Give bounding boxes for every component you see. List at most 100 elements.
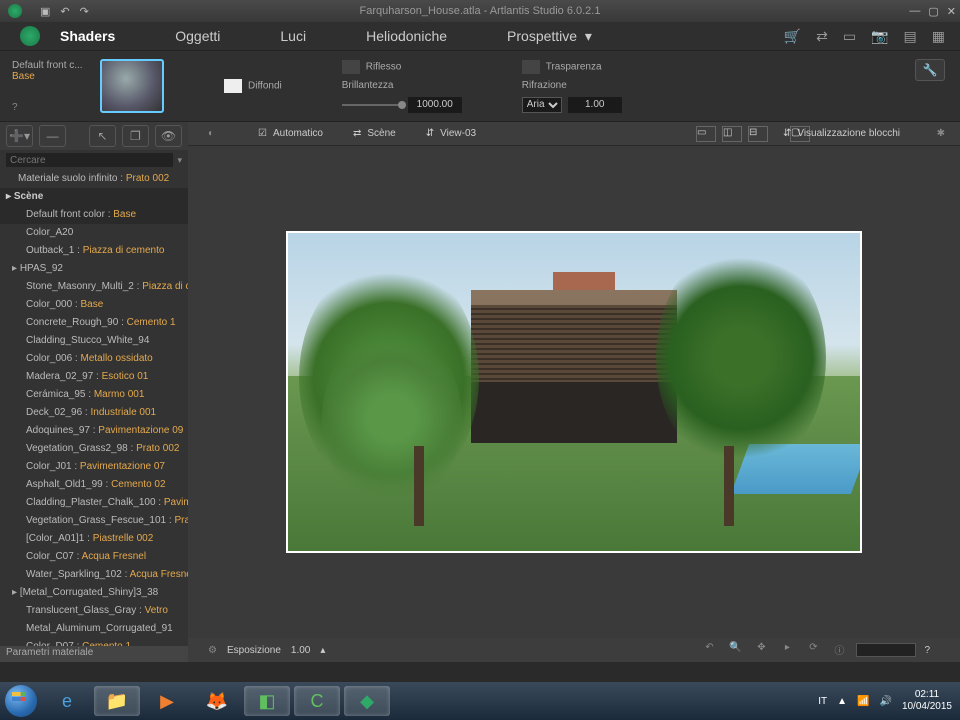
share-icon[interactable]: ⇄ <box>816 28 828 45</box>
add-material-button[interactable]: ➕▾ <box>6 125 33 147</box>
reflection-row[interactable]: Riflesso <box>342 60 462 74</box>
tray-network-icon[interactable]: 📶 <box>857 696 869 707</box>
tree-item[interactable]: Asphalt_Old1_99 : Cemento 02 <box>0 476 188 494</box>
search-dropdown-icon[interactable]: ▾ <box>177 155 182 166</box>
task-artlantis[interactable]: ◆ <box>344 686 390 716</box>
task-app1[interactable]: ◧ <box>244 686 290 716</box>
minimize-button[interactable]: — <box>909 5 920 18</box>
refraction-value[interactable]: 1.00 <box>568 97 622 113</box>
tree-item[interactable]: [Color_A01]1 : Piastrelle 002 <box>0 530 188 548</box>
cart-icon[interactable]: 🛒 <box>784 28 801 45</box>
tree-item[interactable]: Color_006 : Metallo ossidato <box>0 350 188 368</box>
diffuse-row[interactable]: Diffondi <box>224 79 282 93</box>
material-preview-thumb[interactable] <box>100 59 164 113</box>
help-icon[interactable]: ? <box>12 102 96 113</box>
scene-selector[interactable]: Scène <box>367 128 395 139</box>
refresh-icon[interactable]: ⟳ <box>804 642 822 658</box>
window-icon[interactable]: ▭ <box>843 28 856 45</box>
tab-shaders[interactable]: Shaders <box>60 28 115 44</box>
layout2-icon[interactable]: ◫ <box>722 126 742 142</box>
gear-icon[interactable]: ⚙ <box>208 645 217 656</box>
tree-item[interactable]: Translucent_Glass_Gray : Vetro <box>0 602 188 620</box>
remove-material-button[interactable]: — <box>39 125 66 147</box>
undo-icon[interactable]: ↶ <box>60 5 69 18</box>
zoom-icon[interactable]: 🔍 <box>726 642 744 658</box>
tray-volume-icon[interactable]: 🔊 <box>879 696 891 707</box>
tab-oggetti[interactable]: Oggetti <box>175 28 220 44</box>
viewport[interactable] <box>188 146 960 638</box>
tree-item[interactable]: ▸ [Metal_Corrugated_Shiny]3_38 <box>0 584 188 602</box>
material-tree[interactable]: Materiale suolo infinito : Prato 002 ▸ S… <box>0 170 188 646</box>
brilliance-slider[interactable] <box>342 104 402 106</box>
panel-icon[interactable]: ▦ <box>932 28 945 45</box>
play-icon[interactable]: ▸ <box>778 642 796 658</box>
exposure-value[interactable]: 1.00 <box>291 645 310 656</box>
tree-item[interactable]: Vegetation_Grass_Fescue_101 : Prato <box>0 512 188 530</box>
tray-lang[interactable]: IT <box>818 696 827 707</box>
auto-label: Automatico <box>273 128 323 139</box>
tree-item[interactable]: Stone_Masonry_Multi_2 : Piazza di cer <box>0 278 188 296</box>
tree-scene-root[interactable]: ▸ Scène <box>0 188 188 206</box>
app-logo-icon <box>8 4 22 18</box>
task-ie[interactable]: e <box>44 686 90 716</box>
info-icon[interactable]: ⓘ <box>830 642 848 658</box>
task-explorer[interactable]: 📁 <box>94 686 140 716</box>
cursor-tool-icon[interactable]: ↖ <box>89 125 116 147</box>
refraction-medium[interactable]: Aria <box>522 97 562 113</box>
help-button[interactable]: ? <box>924 645 930 656</box>
tree-item[interactable]: Default front color : Base <box>0 206 188 224</box>
tree-item[interactable]: Adoquines_97 : Pavimentazione 09 <box>0 422 188 440</box>
visibility-icon[interactable]: 👁 <box>155 125 182 147</box>
search-input[interactable] <box>6 153 173 167</box>
task-app2[interactable]: C <box>294 686 340 716</box>
tree-item[interactable]: Metal_Aluminum_Corrugated_91 <box>0 620 188 638</box>
start-button[interactable] <box>0 682 42 720</box>
transparency-row[interactable]: Trasparenza <box>522 60 622 74</box>
pan-icon[interactable]: ✥ <box>752 642 770 658</box>
taskbar[interactable]: e 📁 ▶ 🦊 ◧ C ◆ IT ▲ 📶 🔊 02:1110/04/2015 <box>0 682 960 720</box>
tree-item[interactable]: Color_C07 : Acqua Fresnel <box>0 548 188 566</box>
sidebar-footer: Parametri materiale <box>0 646 188 662</box>
maximize-button[interactable]: ▢ <box>928 5 938 18</box>
tree-item[interactable]: Cladding_Stucco_White_94 <box>0 332 188 350</box>
tray-clock[interactable]: 02:1110/04/2015 <box>902 689 952 713</box>
brilliance-value[interactable]: 1000.00 <box>408 97 462 113</box>
nav-back-icon[interactable]: ↶ <box>700 642 718 658</box>
layout3-icon[interactable]: ⊟ <box>748 126 768 142</box>
tab-luci[interactable]: Luci <box>280 28 306 44</box>
duplicate-icon[interactable]: ❐ <box>122 125 149 147</box>
display-mode[interactable]: Visualizzazione blocchi <box>797 128 900 139</box>
tree-item[interactable]: Outback_1 : Piazza di cemento <box>0 242 188 260</box>
tree-item[interactable]: Color_000 : Base <box>0 296 188 314</box>
layout1-icon[interactable]: ▭ <box>696 126 716 142</box>
tree-item[interactable]: Madera_02_97 : Esotico 01 <box>0 368 188 386</box>
tab-prospettive[interactable]: Prospettive ▾ <box>507 28 592 45</box>
progress-slot <box>856 643 916 657</box>
auto-checkbox[interactable]: ☑ <box>258 128 267 139</box>
tree-item[interactable]: Color_D07 : Cemento 1 <box>0 638 188 646</box>
titlebar: ▣ ↶ ↷ Farquharson_House.atla - Artlantis… <box>0 0 960 22</box>
tree-item[interactable]: Water_Sparkling_102 : Acqua Fresnel <box>0 566 188 584</box>
task-media[interactable]: ▶ <box>144 686 190 716</box>
tree-item[interactable]: Color_J01 : Pavimentazione 07 <box>0 458 188 476</box>
exposure-up-icon[interactable]: ▴ <box>320 645 325 656</box>
save-icon[interactable]: ▣ <box>40 5 50 18</box>
tree-item[interactable]: ▸ HPAS_92 <box>0 260 188 278</box>
task-firefox[interactable]: 🦊 <box>194 686 240 716</box>
view-selector[interactable]: View-03 <box>440 128 476 139</box>
tree-ground-material[interactable]: Materiale suolo infinito : Prato 002 <box>0 170 188 188</box>
tree-item[interactable]: Concrete_Rough_90 : Cemento 1 <box>0 314 188 332</box>
camera-icon[interactable]: 📷 <box>871 28 888 45</box>
tab-heliodoniche[interactable]: Heliodoniche <box>366 28 447 44</box>
tray-flag-icon[interactable]: ▲ <box>837 696 847 707</box>
redo-icon[interactable]: ↷ <box>80 5 89 18</box>
tool-wrench-icon[interactable]: 🔧 <box>915 59 945 81</box>
tree-item[interactable]: Cladding_Plaster_Chalk_100 : Pavimer <box>0 494 188 512</box>
movie-icon[interactable]: ▤ <box>904 28 917 45</box>
tree-item[interactable]: Deck_02_96 : Industriale 001 <box>0 404 188 422</box>
tree-item[interactable]: Color_A20 <box>0 224 188 242</box>
close-button[interactable]: ✕ <box>947 5 956 18</box>
tree-item[interactable]: Vegetation_Grass2_98 : Prato 002 <box>0 440 188 458</box>
sun-icon[interactable]: ✱ <box>937 128 945 139</box>
tree-item[interactable]: Cerámica_95 : Marmo 001 <box>0 386 188 404</box>
